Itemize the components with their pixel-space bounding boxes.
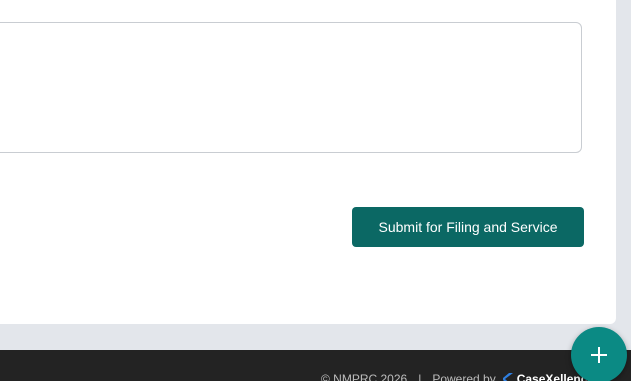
casexellence-logo-icon bbox=[502, 372, 514, 381]
comment-textarea[interactable] bbox=[0, 22, 582, 153]
copyright-text: © NMPRC 2026 bbox=[321, 372, 408, 381]
form-card: Submit for Filing and Service bbox=[0, 0, 616, 324]
submit-for-filing-button[interactable]: Submit for Filing and Service bbox=[352, 207, 584, 247]
add-fab-button[interactable] bbox=[571, 327, 627, 381]
footer-credits: © NMPRC 2026 | Powered by CaseXellence bbox=[321, 372, 594, 381]
powered-by-text: Powered by bbox=[432, 372, 496, 381]
footer: © NMPRC 2026 | Powered by CaseXellence bbox=[0, 350, 631, 381]
plus-icon bbox=[591, 347, 607, 363]
footer-separator: | bbox=[418, 372, 422, 381]
